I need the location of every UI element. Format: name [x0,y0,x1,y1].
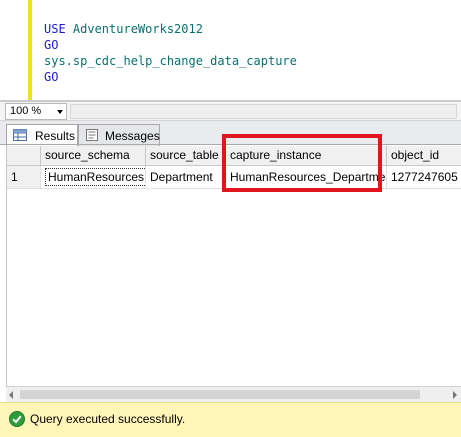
tab-messages[interactable]: Messages [78,124,160,146]
cell-source-schema-text: HumanResources [45,168,145,186]
database-name: AdventureWorks2012 [65,22,203,36]
query-editor[interactable]: USE AdventureWorks2012 GO sys.sp_cdc_hel… [0,0,461,100]
editor-gutter [0,0,28,100]
grid-icon [13,129,27,141]
row-number[interactable]: 1 [7,166,41,188]
scrollbar-thumb[interactable] [20,390,420,399]
status-message: Query executed successfully. [30,412,186,426]
editor-line-4[interactable]: GO [44,69,58,85]
keyword-go: GO [44,38,59,52]
cell-source-table[interactable]: Department [146,166,226,188]
chevron-down-icon [57,110,63,114]
column-header-source-schema[interactable]: source_schema [41,146,146,165]
cell-source-schema[interactable]: HumanResources [41,166,146,188]
tab-results-label: Results [35,129,76,143]
editor-line-2[interactable]: GO [44,37,58,53]
scroll-left-icon[interactable] [9,391,13,399]
status-bar: Query executed successfully. [0,402,461,437]
zoom-value: 100 % [10,105,42,117]
grid-horizontal-scrollbar[interactable] [6,386,461,402]
tab-results[interactable]: Results [6,124,78,146]
success-check-icon [9,411,25,427]
change-indicator-bar [28,0,32,100]
zoom-bar: 100 % [0,102,461,121]
editor-line-3[interactable]: sys.sp_cdc_help_change_data_capture [44,53,297,69]
keyword-use: USE [44,22,66,36]
tab-messages-label: Messages [105,129,160,143]
cell-object-id[interactable]: 1277247605 [387,166,461,188]
keyword-go: GO [44,70,59,84]
editor-horizontal-scrollbar[interactable] [70,104,457,119]
editor-line-1[interactable]: USE AdventureWorks2012 [44,21,203,37]
row-number-header[interactable] [7,146,41,165]
capture-instance-highlight [222,134,382,192]
column-header-source-table[interactable]: source_table [146,146,226,165]
messages-icon [86,129,98,141]
scroll-right-icon[interactable] [453,391,457,399]
zoom-select[interactable]: 100 % [5,103,67,120]
column-header-object-id[interactable]: object_id [387,146,461,165]
procedure-call: sys.sp_cdc_help_change_data_capture [44,54,297,68]
